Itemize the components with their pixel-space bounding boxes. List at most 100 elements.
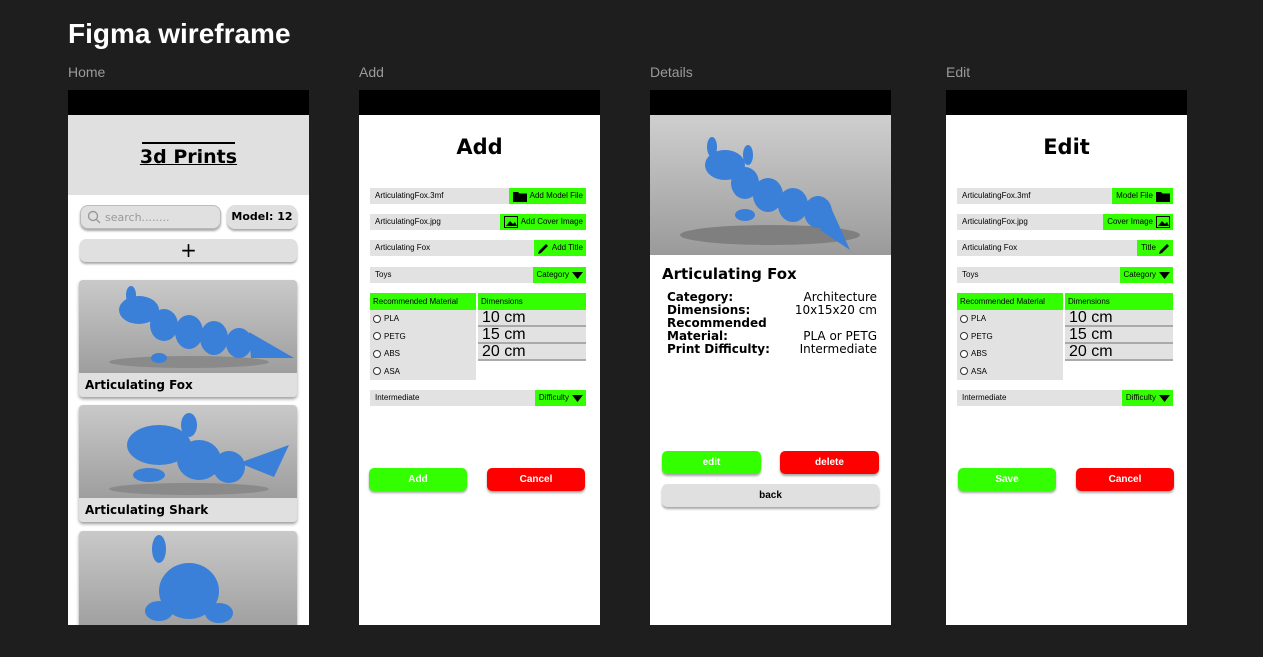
model-card[interactable]: Articulating Shark xyxy=(79,405,297,522)
delete-button[interactable]: delete xyxy=(780,451,879,474)
page-title: Figma wireframe xyxy=(68,18,291,49)
status-bar xyxy=(650,90,891,115)
frame-label-details: Details xyxy=(650,64,693,80)
materials-header: Recommended Material xyxy=(370,293,476,310)
difficulty-select[interactable]: Intermediate Difficulty xyxy=(370,390,586,406)
material-option[interactable]: ABS xyxy=(957,345,1063,363)
category-value: Toys xyxy=(375,270,392,279)
model-thumbnail xyxy=(79,280,297,373)
material-option[interactable]: PETG xyxy=(957,328,1063,346)
back-button[interactable]: back xyxy=(662,484,879,507)
add-heading: Add xyxy=(456,135,503,159)
add-title-button[interactable]: Add Title xyxy=(533,240,586,256)
model-cover-image xyxy=(650,115,891,255)
edit-button[interactable]: edit xyxy=(662,451,761,474)
app-title: 3d Prints xyxy=(139,146,238,168)
model-file-field[interactable]: ArticulatingFox.3mf Model File xyxy=(957,188,1173,204)
cover-image-field[interactable]: ArticulatingFox.jpg Add Cover Image xyxy=(370,214,586,230)
radio-button[interactable] xyxy=(373,349,381,358)
edit-heading: Edit xyxy=(1043,135,1090,159)
model-card-title: Articulating Fox xyxy=(79,373,297,397)
category-dropdown-button[interactable]: Category xyxy=(532,267,586,283)
title-button[interactable]: Title xyxy=(1137,240,1173,256)
difficulty-value: Intermediate xyxy=(962,393,1007,402)
frame-label-home: Home xyxy=(68,64,106,80)
dimension-input[interactable]: 15 cm xyxy=(1065,327,1173,344)
category-dropdown-button[interactable]: Category xyxy=(1119,267,1173,283)
model-thumbnail xyxy=(79,531,297,625)
dimension-input[interactable]: 20 cm xyxy=(1065,344,1173,361)
dimension-input[interactable]: 10 cm xyxy=(1065,310,1173,327)
material-option[interactable]: PLA xyxy=(370,310,476,328)
materials-header: Recommended Material xyxy=(957,293,1063,310)
model-thumbnail xyxy=(79,405,297,498)
dimensions-list: 10 cm 15 cm 20 cm xyxy=(1065,310,1173,361)
category-select[interactable]: Toys Category xyxy=(957,267,1173,283)
cancel-button[interactable]: Cancel xyxy=(487,468,585,491)
material-option[interactable]: ABS xyxy=(370,345,476,363)
materials-list: PLA PETG ABS ASA xyxy=(957,310,1063,380)
radio-button[interactable] xyxy=(960,367,968,376)
caret-down-icon xyxy=(572,394,583,402)
model-file-button[interactable]: Model File xyxy=(1112,188,1173,204)
difficulty-value: Intermediate xyxy=(375,393,420,402)
materials-list: PLA PETG ABS ASA xyxy=(370,310,476,380)
model-count-badge: Model: 12 xyxy=(227,205,297,229)
model-card[interactable] xyxy=(79,531,297,625)
search-input[interactable]: search........ xyxy=(80,205,221,229)
model-card-title: Articulating Shark xyxy=(79,498,297,522)
radio-button[interactable] xyxy=(960,349,968,358)
search-icon xyxy=(87,210,101,224)
dimensions-value: 10x15x20 cm xyxy=(794,303,877,317)
status-bar xyxy=(946,90,1187,115)
difficulty-dropdown-button[interactable]: Difficulty xyxy=(1121,390,1173,406)
title-value: Articulating Fox xyxy=(375,243,431,252)
home-frame: 3d Prints search........ Model: 12 + Art… xyxy=(68,90,309,625)
material-option[interactable]: ASA xyxy=(370,363,476,381)
search-placeholder: search........ xyxy=(105,210,170,224)
material-option[interactable]: PETG xyxy=(370,328,476,346)
radio-button[interactable] xyxy=(373,367,381,376)
material-option[interactable]: PLA xyxy=(957,310,1063,328)
radio-button[interactable] xyxy=(373,314,381,323)
category-select[interactable]: Toys Category xyxy=(370,267,586,283)
title-value: Articulating Fox xyxy=(962,243,1018,252)
image-icon xyxy=(1156,216,1170,228)
add-model-file-button[interactable]: Add Model File xyxy=(508,188,586,204)
folder-icon xyxy=(1156,191,1170,202)
model-file-value: ArticulatingFox.3mf xyxy=(375,191,444,200)
radio-button[interactable] xyxy=(960,314,968,323)
pencil-icon xyxy=(1159,243,1169,254)
caret-down-icon xyxy=(1159,271,1170,279)
add-model-button[interactable]: + xyxy=(80,239,297,262)
difficulty-value: Intermediate xyxy=(799,342,877,356)
dimension-input[interactable]: 15 cm xyxy=(478,327,586,344)
status-bar xyxy=(359,90,600,115)
cancel-button[interactable]: Cancel xyxy=(1076,468,1174,491)
cover-image-field[interactable]: ArticulatingFox.jpg Cover Image xyxy=(957,214,1173,230)
cover-image-value: ArticulatingFox.jpg xyxy=(375,217,441,226)
model-file-value: ArticulatingFox.3mf xyxy=(962,191,1031,200)
cover-image-button[interactable]: Cover Image xyxy=(1103,214,1173,230)
difficulty-label: Print Difficulty: xyxy=(667,342,770,356)
dimensions-header: Dimensions xyxy=(1065,293,1173,310)
add-submit-button[interactable]: Add xyxy=(369,468,467,491)
save-button[interactable]: Save xyxy=(958,468,1056,491)
dimension-input[interactable]: 10 cm xyxy=(478,310,586,327)
difficulty-dropdown-button[interactable]: Difficulty xyxy=(534,390,586,406)
title-field[interactable]: Articulating Fox Add Title xyxy=(370,240,586,256)
caret-down-icon xyxy=(572,271,583,279)
model-file-field[interactable]: ArticulatingFox.3mf Add Model File xyxy=(370,188,586,204)
dimension-input[interactable]: 20 cm xyxy=(478,344,586,361)
difficulty-select[interactable]: Intermediate Difficulty xyxy=(957,390,1173,406)
image-icon xyxy=(503,216,518,228)
radio-button[interactable] xyxy=(373,332,381,341)
home-header: 3d Prints xyxy=(68,115,309,195)
title-field[interactable]: Articulating Fox Title xyxy=(957,240,1173,256)
radio-button[interactable] xyxy=(960,332,968,341)
caret-down-icon xyxy=(1159,394,1170,402)
add-cover-image-button[interactable]: Add Cover Image xyxy=(499,214,586,230)
material-option[interactable]: ASA xyxy=(957,363,1063,381)
add-frame: Add ArticulatingFox.3mf Add Model File A… xyxy=(359,90,600,625)
model-card[interactable]: Articulating Fox xyxy=(79,280,297,397)
